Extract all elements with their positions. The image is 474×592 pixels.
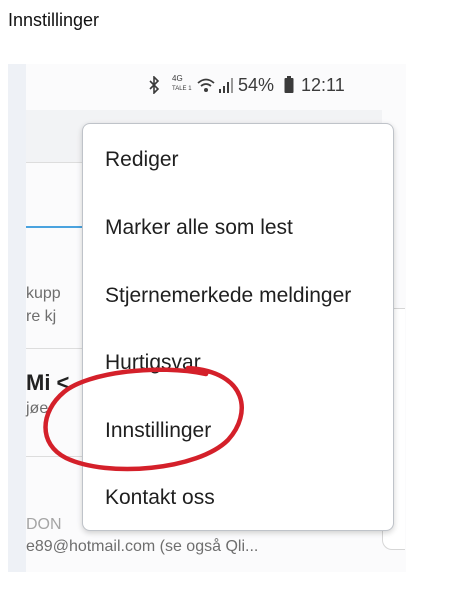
bluetooth-icon: [148, 75, 160, 99]
divider: [26, 348, 86, 349]
network-indicator: 4G TALE 1: [172, 74, 192, 94]
snippet-line-1: kupp: [26, 285, 61, 302]
battery-percent: 54%: [238, 75, 275, 95]
email-address-preview: e89@hotmail.com (se også Qli...: [26, 538, 259, 555]
annotation-circle: [43, 365, 244, 472]
menu-item-kontakt-oss[interactable]: Kontakt oss: [105, 486, 215, 510]
signal-icon: [218, 76, 234, 99]
email-footer-partial: DON: [26, 516, 62, 533]
menu-item-marker-alle-som-lest[interactable]: Marker alle som lest: [105, 216, 293, 240]
screenshot-frame: 4G TALE 1 54% 12:11 kupp re kj Mi < jøe …: [8, 64, 406, 572]
phone-screen: 4G TALE 1 54% 12:11 kupp re kj Mi < jøe …: [26, 64, 406, 572]
network-sub-label: TALE 1: [172, 86, 192, 92]
battery-icon: [284, 76, 294, 99]
snippet-line-2: re kj: [26, 308, 57, 325]
status-bar: 4G TALE 1 54% 12:11: [26, 64, 406, 108]
page-heading: Innstillinger: [8, 10, 100, 30]
status-time: 12:11: [301, 75, 345, 95]
menu-item-rediger[interactable]: Rediger: [105, 148, 179, 172]
menu-item-stjernemerkede-meldinger[interactable]: Stjernemerkede meldinger: [105, 284, 351, 308]
tab-indicator: [26, 226, 86, 228]
network-label: 4G: [172, 74, 183, 83]
wifi-icon: [196, 76, 216, 99]
